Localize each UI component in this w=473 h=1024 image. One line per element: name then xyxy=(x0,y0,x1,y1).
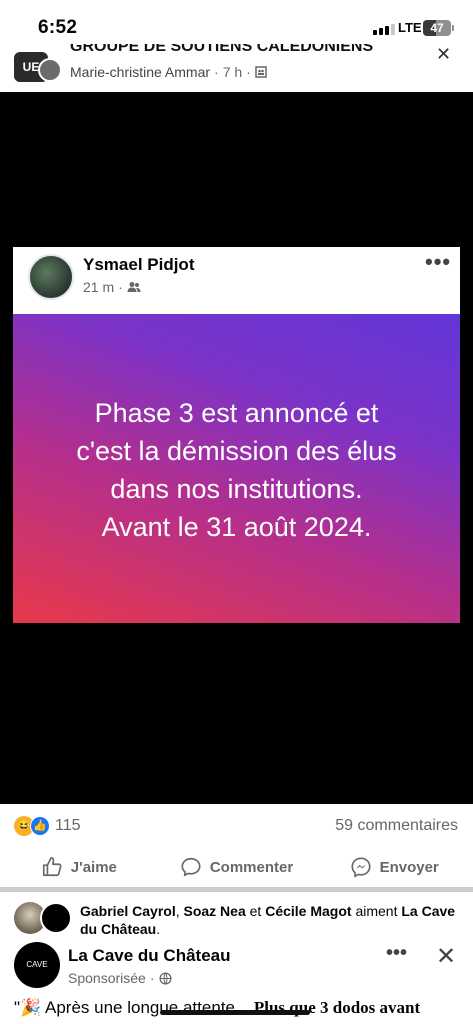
text-post-content: Phase 3 est annoncé et c'est la démissio… xyxy=(13,394,460,546)
close-icon[interactable]: ✕ xyxy=(436,44,451,65)
period: . xyxy=(156,921,161,937)
connector: et xyxy=(245,903,266,919)
post-media[interactable]: Ysmael Pidjot 21 m · ••• Phase 3 est ann… xyxy=(0,92,473,804)
friends-icon xyxy=(127,282,141,292)
home-indicator xyxy=(160,1010,310,1015)
send-button[interactable]: Envoyer xyxy=(315,848,473,886)
separator: · xyxy=(246,64,251,80)
group-avatar[interactable]: UE xyxy=(14,50,62,84)
author-line: Marie-christine Ammar · 7 h · xyxy=(70,64,267,80)
comment-button[interactable]: Commenter xyxy=(158,848,316,886)
page-name[interactable]: La Cave du Château xyxy=(68,946,231,966)
like-label: J'aime xyxy=(70,858,117,876)
friend-name[interactable]: Gabriel Cayrol xyxy=(80,903,176,919)
reactions-row: 😆 👍 115 59 commentaires xyxy=(0,810,473,842)
battery-nub xyxy=(452,25,454,31)
text-post-background: Phase 3 est annoncé et c'est la démissio… xyxy=(13,314,460,623)
battery-icon: 47 xyxy=(423,20,451,36)
group-name[interactable]: GROUPE DE SOUTIENS CALEDONIENS xyxy=(70,44,400,58)
shared-author-name: Ysmael Pidjot xyxy=(83,255,195,274)
signal-icon xyxy=(373,24,395,35)
status-time: 6:52 xyxy=(38,17,78,38)
like-button[interactable]: J'aime xyxy=(0,848,158,886)
status-bar: 6:52 LTE 47 xyxy=(0,0,473,50)
more-options-icon: ••• xyxy=(425,249,452,274)
shared-post-meta: 21 m · xyxy=(83,279,141,295)
author-avatar xyxy=(38,58,62,82)
sponsored-label[interactable]: Sponsorisée xyxy=(68,970,146,986)
social-context-text: Gabriel Cayrol, Soaz Nea et Cécile Magot… xyxy=(80,903,456,937)
battery-level: 47 xyxy=(430,21,444,35)
group-privacy-icon xyxy=(255,66,267,78)
friend-avatar xyxy=(40,902,72,934)
comment-count[interactable]: 59 commentaires xyxy=(335,817,458,835)
globe-icon xyxy=(158,971,172,985)
feed-divider xyxy=(0,887,473,892)
text-line: dans nos institutions. xyxy=(110,474,363,504)
shared-post-time: 21 m xyxy=(83,279,115,295)
friend-avatars[interactable] xyxy=(14,902,76,934)
post-time[interactable]: 7 h xyxy=(223,64,242,80)
more-options-icon[interactable]: ••• xyxy=(386,942,407,965)
text-line: c'est la démission des élus xyxy=(76,436,397,466)
friend-name[interactable]: Cécile Magot xyxy=(265,903,351,919)
comment-icon xyxy=(181,857,201,877)
separator: · xyxy=(149,970,155,986)
page-avatar[interactable]: CAVE xyxy=(14,942,60,988)
social-context: Gabriel Cayrol, Soaz Nea et Cécile Magot… xyxy=(0,898,473,938)
action-bar: J'aime Commenter Envoyer xyxy=(0,848,473,886)
shared-post-header: Ysmael Pidjot 21 m · ••• xyxy=(13,247,460,314)
separator: · xyxy=(118,279,123,295)
reaction-icons[interactable]: 😆 👍 xyxy=(14,816,52,836)
comment-label: Commenter xyxy=(209,858,294,876)
shared-author-avatar xyxy=(28,254,74,300)
sponsored-meta: Sponsorisée · xyxy=(68,970,172,986)
verb: aiment xyxy=(351,903,402,919)
text-line: Avant le 31 août 2024. xyxy=(101,512,372,542)
shared-post-card: Ysmael Pidjot 21 m · ••• Phase 3 est ann… xyxy=(13,247,460,623)
send-label: Envoyer xyxy=(379,858,439,876)
reaction-count[interactable]: 115 xyxy=(55,817,81,835)
thumbs-up-icon xyxy=(42,857,62,877)
close-icon[interactable]: ✕ xyxy=(436,942,456,971)
network-label: LTE xyxy=(398,20,422,35)
separator: · xyxy=(214,64,219,80)
author-name[interactable]: Marie-christine Ammar xyxy=(70,64,210,80)
post-header: UE GROUPE DE SOUTIENS CALEDONIENS Marie-… xyxy=(0,44,473,92)
friend-name[interactable]: Soaz Nea xyxy=(183,903,245,919)
text-line: Phase 3 est annoncé et xyxy=(94,398,379,428)
like-reaction-icon: 👍 xyxy=(30,816,50,836)
messenger-icon xyxy=(351,857,371,878)
